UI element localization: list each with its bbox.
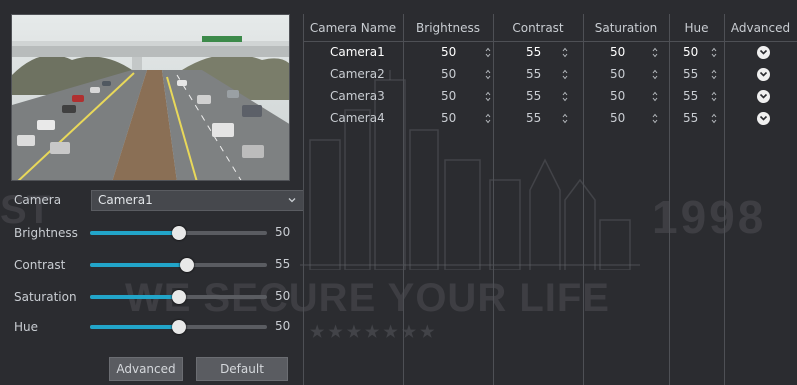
brightness-slider[interactable]: [90, 226, 267, 240]
spinner-arrows-icon[interactable]: [652, 69, 658, 80]
spinner-arrows-icon[interactable]: [485, 47, 491, 58]
spinner-arrows-icon[interactable]: [485, 69, 491, 80]
camera-label: Camera: [14, 193, 62, 207]
brightness-value-cell[interactable]: 50: [441, 89, 456, 103]
header-advanced: Advanced: [730, 21, 791, 35]
spinner-arrows-icon[interactable]: [652, 47, 658, 58]
header-contrast: Contrast: [512, 21, 564, 35]
spinner-arrows-icon[interactable]: [485, 91, 491, 102]
camera-name-cell: Camera1: [330, 45, 385, 59]
saturation-value-cell[interactable]: 50: [610, 111, 625, 125]
expand-chevron-icon[interactable]: [757, 90, 770, 103]
default-button[interactable]: Default: [196, 357, 288, 381]
camera-name-cell: Camera3: [330, 89, 385, 103]
expand-chevron-icon[interactable]: [757, 112, 770, 125]
header-saturation: Saturation: [594, 21, 658, 35]
spinner-arrows-icon[interactable]: [711, 47, 717, 58]
contrast-slider-row: Contrast 55: [14, 256, 290, 278]
header-brightness: Brightness: [416, 21, 480, 35]
header-camera-name: Camera Name: [309, 21, 397, 35]
camera-settings-table: Camera Name Brightness Contrast Saturati…: [303, 14, 797, 385]
saturation-label: Saturation: [14, 290, 77, 304]
camera-selector-row: Camera Camera1: [14, 190, 304, 212]
table-row[interactable]: Camera3 50 55 50 55: [303, 89, 797, 109]
header-hue: Hue: [684, 21, 709, 35]
spinner-arrows-icon[interactable]: [711, 69, 717, 80]
contrast-value-cell[interactable]: 55: [526, 89, 541, 103]
brightness-value: 50: [275, 225, 291, 239]
saturation-slider-fill: [90, 295, 179, 299]
spinner-arrows-icon[interactable]: [562, 113, 568, 124]
hue-value-cell[interactable]: 55: [683, 89, 698, 103]
hue-value-cell[interactable]: 55: [683, 67, 698, 81]
camera-name-cell: Camera4: [330, 111, 385, 125]
image-settings-panel: Camera Camera1 Brightness 50 Contrast 55…: [0, 0, 304, 385]
hue-value: 50: [275, 319, 291, 333]
saturation-value-cell[interactable]: 50: [610, 45, 625, 59]
spinner-arrows-icon[interactable]: [711, 91, 717, 102]
brightness-slider-thumb[interactable]: [171, 226, 186, 240]
contrast-slider[interactable]: [90, 258, 267, 272]
hue-value-cell[interactable]: 50: [683, 45, 698, 59]
brightness-value-cell[interactable]: 50: [441, 111, 456, 125]
camera-feed-image: [12, 15, 289, 180]
brightness-value-cell[interactable]: 50: [441, 45, 456, 59]
brightness-slider-row: Brightness 50: [14, 224, 290, 246]
table-row[interactable]: Camera4 50 55 50 55: [303, 111, 797, 131]
hue-slider-fill: [90, 325, 179, 329]
table-row[interactable]: Camera2 50 55 50 55: [303, 67, 797, 87]
contrast-slider-fill: [90, 263, 188, 267]
saturation-slider-thumb[interactable]: [171, 290, 186, 304]
saturation-slider-row: Saturation 50: [14, 288, 290, 310]
camera-preview: [11, 14, 290, 181]
spinner-arrows-icon[interactable]: [485, 113, 491, 124]
advanced-button[interactable]: Advanced: [109, 357, 183, 381]
chevron-down-icon: [759, 93, 768, 99]
contrast-value-cell[interactable]: 55: [526, 67, 541, 81]
contrast-value-cell[interactable]: 55: [526, 45, 541, 59]
brightness-label: Brightness: [14, 226, 78, 240]
hue-value-cell[interactable]: 55: [683, 111, 698, 125]
spinner-arrows-icon[interactable]: [711, 113, 717, 124]
spinner-arrows-icon[interactable]: [652, 113, 658, 124]
chevron-down-icon: [759, 49, 768, 55]
chevron-down-icon: [759, 71, 768, 77]
hue-slider[interactable]: [90, 320, 267, 334]
contrast-value: 55: [275, 257, 291, 271]
hue-label: Hue: [14, 320, 39, 334]
spinner-arrows-icon[interactable]: [562, 47, 568, 58]
contrast-slider-thumb[interactable]: [180, 258, 195, 272]
spinner-arrows-icon[interactable]: [562, 69, 568, 80]
contrast-value-cell[interactable]: 55: [526, 111, 541, 125]
camera-select-value: Camera1: [98, 193, 153, 207]
table-row[interactable]: Camera1 50 55 50 50: [303, 45, 797, 65]
chevron-down-icon: [759, 115, 768, 121]
spinner-arrows-icon[interactable]: [652, 91, 658, 102]
hue-slider-thumb[interactable]: [171, 320, 186, 334]
camera-select[interactable]: Camera1: [91, 190, 304, 211]
saturation-value: 50: [275, 289, 291, 303]
contrast-label: Contrast: [14, 258, 66, 272]
chevron-down-icon: [288, 198, 296, 203]
expand-chevron-icon[interactable]: [757, 46, 770, 59]
spinner-arrows-icon[interactable]: [562, 91, 568, 102]
saturation-value-cell[interactable]: 50: [610, 67, 625, 81]
brightness-value-cell[interactable]: 50: [441, 67, 456, 81]
brightness-slider-fill: [90, 231, 179, 235]
saturation-value-cell[interactable]: 50: [610, 89, 625, 103]
saturation-slider[interactable]: [90, 290, 267, 304]
camera-name-cell: Camera2: [330, 67, 385, 81]
hue-slider-row: Hue 50: [14, 318, 290, 340]
expand-chevron-icon[interactable]: [757, 68, 770, 81]
table-header-divider: [303, 41, 797, 42]
